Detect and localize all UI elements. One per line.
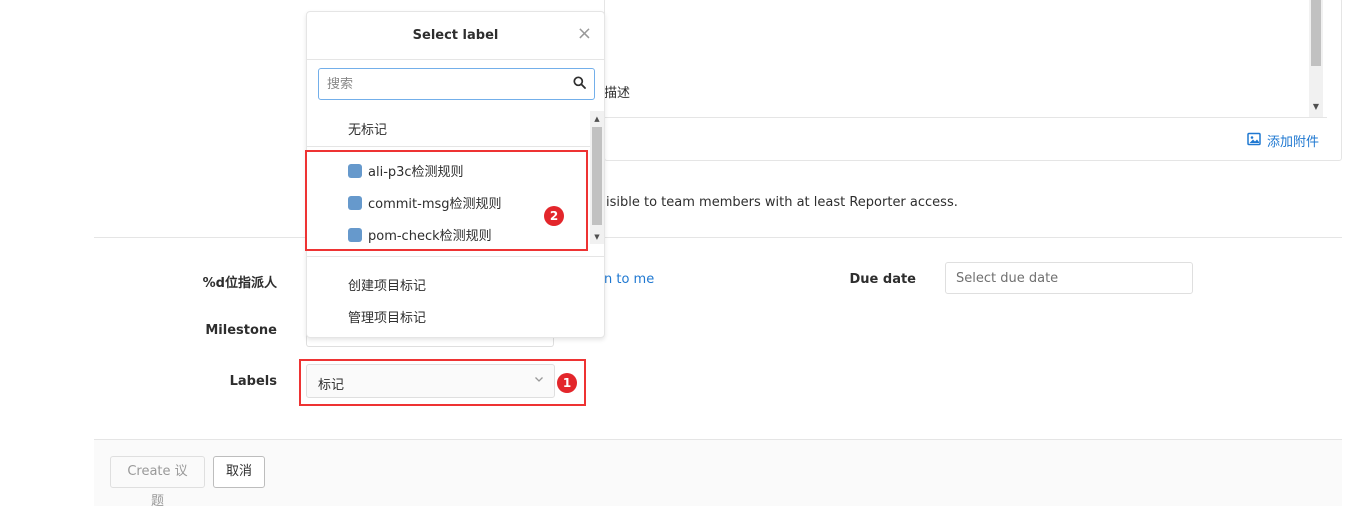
label-search-box[interactable] xyxy=(318,68,595,100)
cancel-button[interactable]: 取消 xyxy=(213,456,265,488)
milestone-label: Milestone xyxy=(205,323,277,338)
create-project-label-link[interactable]: 创建项目标记 xyxy=(348,275,426,294)
annotation-badge-1: 1 xyxy=(557,373,577,393)
labels-label: Labels xyxy=(229,374,277,389)
due-date-input[interactable]: Select due date xyxy=(945,262,1193,294)
highlight-box-label-options xyxy=(305,150,588,251)
editor-divider xyxy=(604,117,1327,118)
section-divider xyxy=(94,237,1342,238)
dropdown-scrollbar-thumb[interactable] xyxy=(592,127,602,225)
create-issue-button[interactable]: Create 议题 xyxy=(110,456,205,509)
confidential-help-text: isible to team members with at least Rep… xyxy=(606,195,958,210)
manage-project-labels-link[interactable]: 管理项目标记 xyxy=(348,307,426,326)
no-label-option[interactable]: 无标记 xyxy=(348,119,387,138)
assign-to-me-link[interactable]: n to me xyxy=(604,272,654,287)
attach-file-button[interactable]: 添加附件 xyxy=(1247,131,1319,150)
dropdown-title: Select label xyxy=(412,28,499,43)
editor-scrollbar-thumb[interactable] xyxy=(1311,0,1321,66)
form-actions-footer xyxy=(94,439,1342,506)
dropdown-divider xyxy=(307,146,590,147)
dropdown-footer-divider xyxy=(307,256,604,257)
image-icon xyxy=(1247,132,1261,150)
due-date-label: Due date xyxy=(849,272,917,287)
dropdown-header-divider xyxy=(307,59,604,60)
annotation-badge-2: 2 xyxy=(544,206,564,226)
highlight-box-labels xyxy=(299,359,586,406)
editor-scroll-down-arrow[interactable]: ▼ xyxy=(1309,100,1323,114)
close-icon[interactable]: × xyxy=(577,24,592,44)
scroll-down-arrow[interactable]: ▼ xyxy=(590,231,604,243)
search-icon xyxy=(573,75,586,93)
attach-file-label: 添加附件 xyxy=(1267,135,1320,150)
description-editor[interactable] xyxy=(604,0,1342,161)
assignee-label: %d位指派人 xyxy=(202,276,277,291)
label-search-input[interactable] xyxy=(327,76,573,92)
scroll-up-arrow[interactable]: ▲ xyxy=(590,113,604,125)
description-text: 描述 xyxy=(604,86,631,101)
